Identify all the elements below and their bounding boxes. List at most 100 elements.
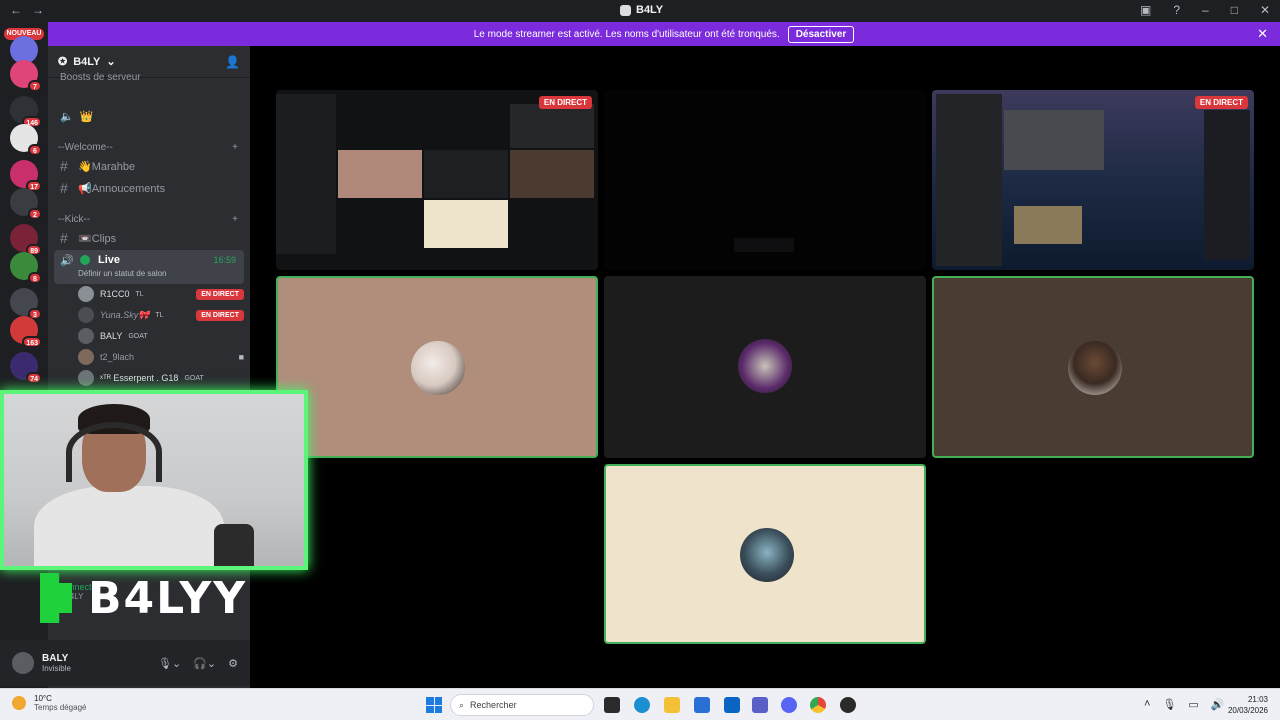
inbox-icon[interactable]: ▣ (1140, 3, 1151, 17)
moon-icon (12, 696, 26, 710)
teams-icon[interactable] (752, 697, 768, 713)
taskbar: 10°C Temps dégagé ⌕ Rechercher ˄ 🎙 ▭ 🔊 2… (0, 688, 1280, 720)
participant-tile[interactable] (604, 276, 926, 458)
volume-icon[interactable]: 🔊 (1211, 698, 1225, 711)
chevron-up-icon[interactable]: ˄ (1144, 698, 1150, 711)
hash-icon: # (60, 158, 68, 174)
taskbar-search[interactable]: ⌕ Rechercher (450, 694, 594, 716)
brand-text: B4LYY (88, 572, 248, 624)
channel-marahbe[interactable]: # 👋Marahbe (54, 156, 244, 176)
server-icon[interactable]: 89 (10, 224, 42, 256)
outlook-icon[interactable] (724, 697, 740, 713)
webcam-overlay (0, 390, 308, 570)
chrome-icon[interactable] (810, 697, 826, 713)
voice-user[interactable]: t2_9lach ■ (78, 347, 244, 367)
server-icon[interactable]: 74 (10, 352, 42, 384)
window-title: B4LY (620, 4, 663, 16)
voice-user[interactable]: R1CC0 TL EN DIRECT (78, 284, 244, 304)
server-boost-item[interactable]: Boosts de serveur (54, 70, 244, 84)
channel-clips[interactable]: # 📼Clips (54, 228, 244, 248)
help-icon[interactable]: ? (1173, 3, 1180, 17)
close-window-button[interactable]: ✕ (1260, 3, 1270, 17)
search-icon: ⌕ (459, 699, 465, 710)
obs-icon[interactable] (840, 697, 856, 713)
microphone-tray-icon[interactable]: 🎙 (1162, 698, 1176, 711)
channel-annoucements[interactable]: # 📢Annoucements (54, 178, 244, 198)
live-badge: EN DIRECT (538, 96, 592, 109)
set-channel-status[interactable]: Définir un statut de salon (78, 269, 167, 278)
category-welcome[interactable]: --Welcome-- + (54, 142, 244, 153)
voice-user[interactable]: BALY GOAT (78, 326, 244, 346)
avatar (78, 307, 94, 323)
chevron-down-icon: ⌄ (106, 56, 116, 68)
invite-icon[interactable]: 👤 (225, 55, 240, 69)
hash-icon: # (60, 180, 68, 196)
microphone-icon[interactable]: 🎙⌄ (158, 657, 181, 670)
server-icon[interactable]: 8 (10, 252, 42, 284)
speaker-icon: 🔊 (60, 255, 74, 267)
server-icon[interactable]: 3 (10, 288, 42, 320)
avatar (1068, 341, 1122, 395)
voice-user[interactable]: ˣᵀᴿ Esserpent . G18 GOAT (78, 368, 244, 388)
discord-icon[interactable] (781, 697, 797, 713)
brand-logo-icon (40, 573, 72, 623)
network-icon[interactable]: ▭ (1188, 698, 1198, 711)
system-tray: ˄ 🎙 ▭ 🔊 (1144, 698, 1225, 711)
avatar[interactable] (12, 652, 34, 674)
nav-arrows[interactable]: ←→ (10, 3, 54, 17)
guild-icon: ✪ (58, 56, 68, 68)
start-button[interactable] (426, 697, 442, 713)
category-kick[interactable]: --Kick-- + (54, 214, 244, 225)
avatar (78, 286, 94, 302)
user-info[interactable]: BALY Invisible (42, 653, 71, 673)
server-icon[interactable]: 146 (10, 96, 42, 128)
disable-streamer-button[interactable]: Désactiver (787, 25, 855, 43)
voice-channel-live[interactable]: 🔊 Live 16:59 Définir un statut de salon (54, 250, 244, 284)
live-badge: EN DIRECT (1194, 96, 1248, 109)
headphones-icon[interactable]: 🎧⌄ (193, 657, 216, 670)
file-explorer-icon[interactable] (664, 697, 680, 713)
avatar (738, 339, 792, 393)
server-icon[interactable]: 2 (10, 188, 42, 220)
close-banner-icon[interactable]: ✕ (1257, 26, 1268, 42)
minimize-button[interactable]: – (1202, 3, 1209, 17)
avatar (740, 528, 794, 582)
live-dot-icon (80, 255, 90, 265)
app-logo-icon (620, 4, 631, 16)
crown-icon: 👑 (79, 110, 94, 123)
server-icon[interactable]: 6 (10, 124, 42, 156)
screen-share-tile[interactable]: EN DIRECT (276, 90, 598, 270)
clock[interactable]: 21:03 20/03/2026 (1228, 694, 1268, 716)
voice-user[interactable]: Yuna.Sky🎀 TL EN DIRECT (78, 305, 244, 325)
headset-icon (66, 422, 162, 482)
user-panel: BALY Invisible 🎙⌄ 🎧⌄ ⚙ (0, 640, 250, 686)
add-channel-icon[interactable]: + (232, 214, 238, 225)
gear-icon[interactable]: ⚙ (228, 657, 238, 670)
participant-tile[interactable] (276, 276, 598, 458)
screen-share-tile[interactable] (604, 90, 926, 270)
participant-tile[interactable] (604, 464, 926, 644)
add-channel-icon[interactable]: + (232, 142, 238, 153)
task-view-icon[interactable] (604, 697, 620, 713)
channel-speaker-crown[interactable]: 🔈 👑 (54, 106, 244, 126)
weather-widget[interactable]: 10°C Temps dégagé (12, 694, 86, 712)
store-icon[interactable] (694, 697, 710, 713)
server-icon[interactable]: 7 (10, 60, 42, 92)
video-stage: EN DIRECT EN DIRECT (250, 46, 1280, 688)
avatar (78, 370, 94, 386)
avatar (411, 341, 465, 395)
webcam-person (34, 486, 224, 566)
avatar (78, 328, 94, 344)
server-icon[interactable]: 163 (10, 316, 42, 348)
banner-message: Le mode streamer est activé. Les noms d'… (473, 28, 780, 40)
participant-tile[interactable] (932, 276, 1254, 458)
maximize-button[interactable]: □ (1231, 3, 1238, 17)
title-bar: ←→ B4LY ▣ ? – □ ✕ (0, 0, 1280, 22)
edge-icon[interactable] (634, 697, 650, 713)
avatar (78, 349, 94, 365)
server-icon[interactable]: 17 (10, 160, 42, 192)
screen-share-tile[interactable]: EN DIRECT (932, 90, 1254, 270)
hash-icon: # (60, 230, 68, 246)
speaker-icon: 🔈 (60, 110, 74, 123)
video-icon: ■ (238, 352, 244, 362)
